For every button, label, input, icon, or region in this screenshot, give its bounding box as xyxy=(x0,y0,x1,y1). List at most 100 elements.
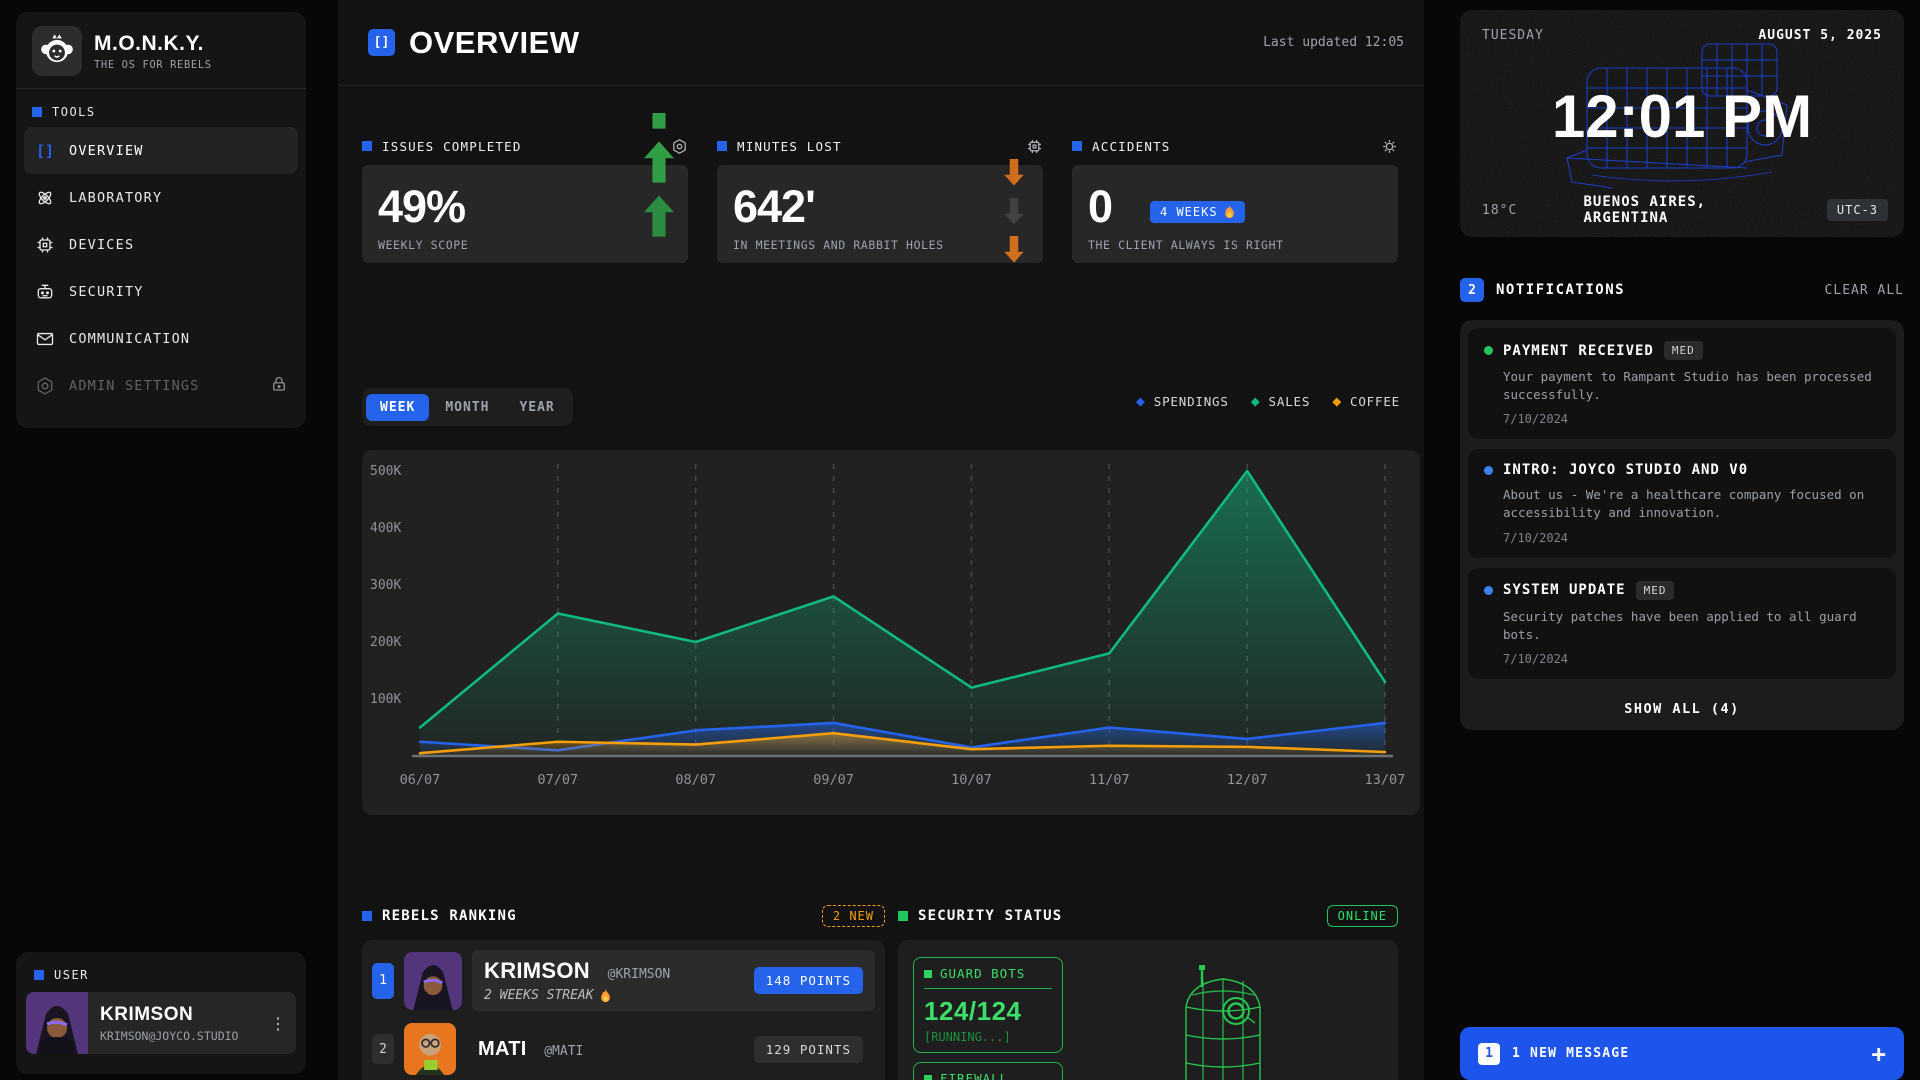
app-title-block: M.O.N.K.Y. THE OS FOR REBELS xyxy=(94,32,212,71)
chip-icon xyxy=(34,235,56,255)
area-chart-panel: 100K200K300K400K500K06/0707/0708/0709/07… xyxy=(362,450,1420,815)
mail-icon xyxy=(34,329,56,349)
sidebar-user-section: USER KRIMSON KRIMSON@JOYCO.STUDIO ⋮ xyxy=(16,952,306,1074)
robot-icon xyxy=(34,282,56,302)
overview-brackets-icon: [] xyxy=(368,29,395,56)
chart-range-tabs: WEEK MONTH YEAR xyxy=(362,388,573,426)
notification-body: Security patches have been applied to al… xyxy=(1503,608,1880,644)
sidebar-nav: [] OVERVIEW LABORATORY xyxy=(16,127,306,409)
streak-badge: 4 WEEKS xyxy=(1150,201,1245,223)
svg-text:08/07: 08/07 xyxy=(675,772,716,788)
user-menu-kebab-icon[interactable]: ⋮ xyxy=(268,992,296,1054)
svg-text:500K: 500K xyxy=(370,464,401,479)
tab-year[interactable]: YEAR xyxy=(505,394,568,421)
svg-text:07/07: 07/07 xyxy=(538,772,579,788)
message-count-badge: 1 xyxy=(1478,1043,1500,1065)
flame-icon xyxy=(1224,205,1235,219)
green-square-icon xyxy=(898,911,908,921)
notification-date: 7/10/2024 xyxy=(1503,531,1880,545)
legend-sales[interactable]: ◆ SALES xyxy=(1251,394,1310,409)
svg-text:09/07: 09/07 xyxy=(813,772,854,788)
avatar xyxy=(26,992,88,1054)
ranking-row-1[interactable]: 1 KRIMSON @KRIMSON xyxy=(372,950,875,1011)
security-status-header: SECURITY STATUS ONLINE xyxy=(898,905,1398,927)
firewall-box: FIREWALL xyxy=(913,1062,1063,1080)
svg-text:06/07: 06/07 xyxy=(400,772,441,788)
diamond-swatch-icon: ◆ xyxy=(1136,394,1146,409)
priority-badge: MED xyxy=(1664,341,1703,360)
avatar xyxy=(404,952,462,1010)
hex-nut-icon xyxy=(34,376,56,396)
user-name: KRIMSON xyxy=(100,1004,256,1026)
burst-icon[interactable] xyxy=(1381,138,1398,155)
notification-intro-joyco[interactable]: INTRO: JOYCO STUDIO AND V0 About us - We… xyxy=(1468,449,1896,557)
stat-sublabel: IN MEETINGS AND RABBIT HOLES xyxy=(733,238,944,252)
flame-icon xyxy=(600,989,611,1003)
current-time: 12:01 PM xyxy=(1460,82,1904,151)
notifications-panel: PAYMENT RECEIVED MED Your payment to Ram… xyxy=(1460,320,1904,730)
legend-spendings[interactable]: ◆ SPENDINGS xyxy=(1136,394,1229,409)
stat-box: 0 4 WEEKS THE CLIENT ALWAYS IS RIGHT xyxy=(1072,165,1398,263)
sidebar-item-communication[interactable]: COMMUNICATION xyxy=(24,315,298,362)
sidebar-item-laboratory[interactable]: LABORATORY xyxy=(24,174,298,221)
monkey-logo-icon xyxy=(32,26,82,76)
sidebar-item-overview[interactable]: [] OVERVIEW xyxy=(24,127,298,174)
svg-text:12/07: 12/07 xyxy=(1227,772,1268,788)
stat-card-header: MINUTES LOST xyxy=(717,133,1043,159)
notification-system-update[interactable]: SYSTEM UPDATE MED Security patches have … xyxy=(1468,568,1896,679)
temperature: 18°C xyxy=(1482,203,1517,218)
guard-bots-status: [RUNNING...] xyxy=(924,1030,1052,1044)
tab-week[interactable]: WEEK xyxy=(366,394,429,421)
sidebar-item-security[interactable]: SECURITY xyxy=(24,268,298,315)
guard-bot-wireframe-illustration xyxy=(1178,965,1268,1080)
sidebar-item-admin-settings[interactable]: ADMIN SETTINGS xyxy=(24,362,298,409)
notifications-section: 2 NOTIFICATIONS CLEAR ALL PAYMENT RECEIV… xyxy=(1460,268,1904,730)
ranking-row-body: KRIMSON @KRIMSON 2 WEEKS STREAK 148 POIN… xyxy=(472,950,875,1011)
svg-text:10/07: 10/07 xyxy=(951,772,992,788)
legend-coffee[interactable]: ◆ COFFEE xyxy=(1332,394,1400,409)
new-message-bar[interactable]: 1 1 NEW MESSAGE + xyxy=(1460,1027,1904,1080)
svg-text:400K: 400K xyxy=(370,521,401,536)
dashboard: M.O.N.K.Y. THE OS FOR REBELS TOOLS [] OV… xyxy=(0,0,1920,1080)
user-card[interactable]: KRIMSON KRIMSON@JOYCO.STUDIO ⋮ xyxy=(26,992,296,1054)
notification-payment-received[interactable]: PAYMENT RECEIVED MED Your payment to Ram… xyxy=(1468,328,1896,439)
blue-square-icon xyxy=(32,107,42,117)
chip-icon[interactable] xyxy=(1026,138,1043,155)
blue-square-icon xyxy=(1072,141,1082,151)
rebel-streak: 2 WEEKS STREAK xyxy=(484,988,670,1003)
tab-month[interactable]: MONTH xyxy=(431,394,503,421)
page-title: OVERVIEW xyxy=(409,25,580,61)
guard-bots-box: GUARD BOTS 124/124 [RUNNING...] xyxy=(913,957,1063,1053)
stat-value: 642' xyxy=(733,181,815,233)
sidebar-item-devices[interactable]: DEVICES xyxy=(24,221,298,268)
app-logo-row: M.O.N.K.Y. THE OS FOR REBELS xyxy=(16,12,306,89)
status-dot xyxy=(1484,466,1493,475)
stat-card-header: ISSUES COMPLETED xyxy=(362,133,688,159)
rebel-name: MATI xyxy=(478,1038,527,1060)
svg-text:100K: 100K xyxy=(370,692,401,707)
notification-title: SYSTEM UPDATE xyxy=(1503,582,1626,598)
last-updated: Last updated 12:05 xyxy=(1263,35,1404,50)
notification-body: Your payment to Rampant Studio has been … xyxy=(1503,368,1880,404)
brackets-icon: [] xyxy=(34,142,56,160)
area-chart[interactable]: 100K200K300K400K500K06/0707/0708/0709/07… xyxy=(362,450,1420,815)
svg-text:11/07: 11/07 xyxy=(1089,772,1130,788)
plus-icon[interactable]: + xyxy=(1872,1042,1886,1066)
app-subtitle: THE OS FOR REBELS xyxy=(94,59,212,71)
blue-square-icon xyxy=(362,911,372,921)
notification-date: 7/10/2024 xyxy=(1503,652,1880,666)
ranking-row-2[interactable]: 2 MATI @MATI 129 xyxy=(372,1023,875,1075)
rebel-handle: @KRIMSON xyxy=(608,967,671,982)
svg-text:300K: 300K xyxy=(370,578,401,593)
clear-all-button[interactable]: CLEAR ALL xyxy=(1825,283,1904,298)
rebel-name: KRIMSON xyxy=(484,958,590,983)
rebel-handle: @MATI xyxy=(544,1044,583,1059)
blue-square-icon xyxy=(362,141,372,151)
stat-card-header: ACCIDENTS xyxy=(1072,133,1398,159)
ranking-row-body: MATI @MATI 129 POINTS xyxy=(466,1028,875,1071)
stat-value: 49% xyxy=(378,181,465,233)
notifications-title: NOTIFICATIONS xyxy=(1496,282,1625,298)
rank-badge: 2 xyxy=(372,1034,394,1064)
show-all-button[interactable]: SHOW ALL (4) xyxy=(1468,689,1896,727)
green-square-icon xyxy=(924,970,932,978)
